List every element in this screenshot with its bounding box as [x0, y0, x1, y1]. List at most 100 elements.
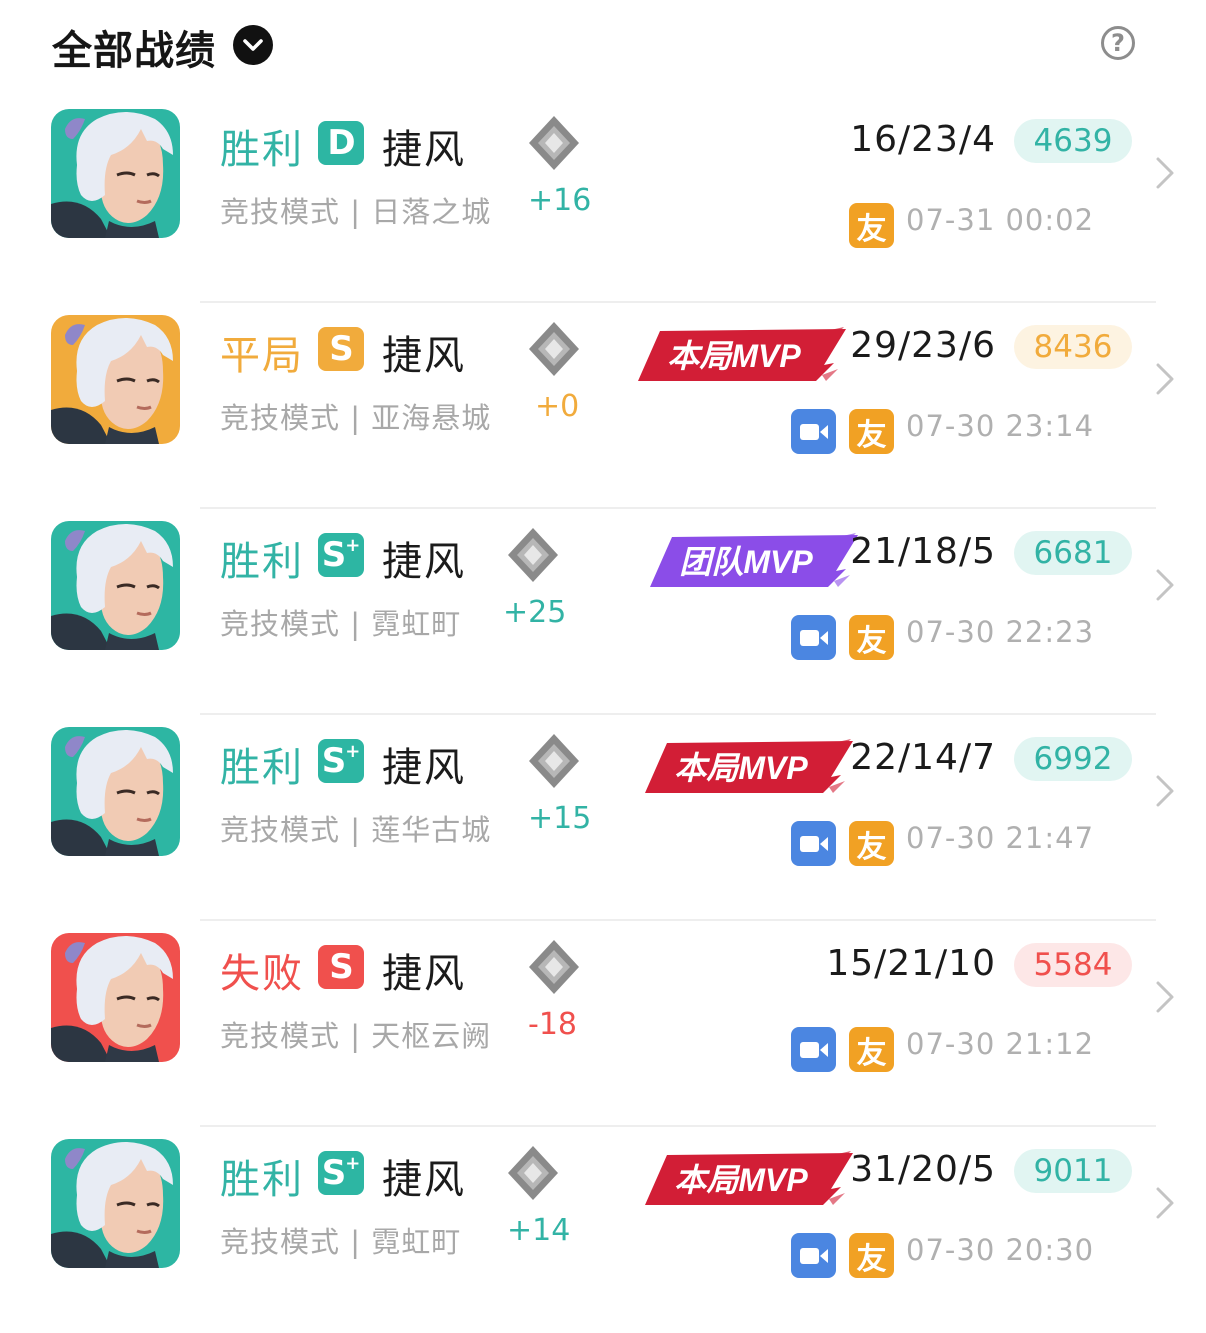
game-mode-map: 竞技模式 | 日落之城 — [220, 195, 492, 229]
game-mode-map: 竞技模式 | 霓虹町 — [220, 1225, 462, 1259]
hero-avatar — [51, 1139, 180, 1268]
rank-diamond-icon — [507, 527, 559, 583]
match-result: 胜利 — [220, 539, 304, 585]
grade-plus: + — [345, 740, 361, 762]
mvp-badge: 团队MVP — [650, 531, 860, 589]
kda-stat: 31/20/5 — [850, 1149, 996, 1190]
rank-diamond-icon — [528, 321, 580, 377]
friend-icon: 友 — [849, 615, 894, 660]
hero-name: 捷风 — [382, 1157, 466, 1203]
rank-change: +14 — [507, 1213, 571, 1248]
video-replay-icon[interactable] — [791, 615, 836, 660]
help-icon[interactable]: ? — [1101, 26, 1135, 60]
video-replay-icon[interactable] — [791, 1233, 836, 1278]
match-time: 07-30 20:30 — [906, 1233, 1095, 1267]
friend-icon: 友 — [849, 821, 894, 866]
hero-name: 捷风 — [382, 333, 466, 379]
grade-plus: + — [345, 1152, 361, 1174]
kda-stat: 15/21/10 — [826, 943, 996, 984]
grade-badge: S + — [318, 739, 364, 783]
score-badge: 9011 — [1014, 1149, 1132, 1193]
game-mode-map: 竞技模式 | 天枢云阙 — [220, 1019, 492, 1053]
match-time: 07-30 23:14 — [906, 409, 1095, 443]
page-header: 全部战绩 ? — [0, 0, 1206, 92]
grade-letter: S — [321, 741, 347, 781]
match-result: 胜利 — [220, 1157, 304, 1203]
hero-avatar — [51, 727, 180, 856]
rank-change: -18 — [528, 1007, 577, 1042]
rank-change: +15 — [528, 801, 592, 836]
grade-badge: S — [318, 945, 364, 989]
hero-name: 捷风 — [382, 745, 466, 791]
mvp-label: 本局MVP — [674, 750, 808, 786]
mvp-label: 本局MVP — [674, 1162, 808, 1198]
rank-diamond-icon — [528, 939, 580, 995]
grade-letter: S — [329, 947, 354, 987]
page-title[interactable]: 全部战绩 — [52, 18, 216, 76]
match-time: 07-30 22:23 — [906, 615, 1095, 649]
rank-diamond-icon — [528, 115, 580, 171]
match-row[interactable]: 平局 S 捷风 竞技模式 | 亚海悬城 +0 本局MVP 29/23/6 8436 友0… — [0, 303, 1206, 509]
game-mode-map: 竞技模式 | 莲华古城 — [220, 813, 492, 847]
chevron-right-icon[interactable] — [1153, 773, 1177, 809]
kda-stat: 22/14/7 — [850, 737, 996, 778]
grade-badge: S + — [318, 1151, 364, 1195]
grade-plus: + — [345, 534, 361, 556]
match-time: 07-30 21:47 — [906, 821, 1095, 855]
match-result: 失败 — [220, 951, 304, 997]
chevron-right-icon[interactable] — [1153, 567, 1177, 603]
hero-avatar — [51, 109, 180, 238]
match-row[interactable]: 胜利 S + 捷风竞技模式 | 霓虹町 +14 本局MVP 31/20/5 9011 友… — [0, 1127, 1206, 1333]
match-row[interactable]: 胜利 D 捷风竞技模式 | 日落之城 +16 16/23/4 4639 友 07-31 00… — [0, 97, 1206, 303]
chevron-right-icon[interactable] — [1153, 155, 1177, 191]
chevron-right-icon[interactable] — [1153, 361, 1177, 397]
match-time: 07-30 21:12 — [906, 1027, 1095, 1061]
chevron-down-icon[interactable] — [233, 25, 273, 65]
grade-letter: D — [327, 123, 356, 163]
grade-badge: D — [318, 121, 364, 165]
hero-avatar — [51, 521, 180, 650]
rank-change: +25 — [503, 595, 567, 630]
kda-stat: 29/23/6 — [850, 325, 996, 366]
video-replay-icon[interactable] — [791, 821, 836, 866]
friend-icon: 友 — [849, 1027, 894, 1072]
mvp-label: 团队MVP — [679, 544, 813, 580]
chevron-right-icon[interactable] — [1153, 979, 1177, 1015]
friend-icon: 友 — [849, 409, 894, 454]
match-row[interactable]: 失败 S 捷风竞技模式 | 天枢云阙 -18 15/21/10 5584 友 07-30 … — [0, 921, 1206, 1127]
match-row[interactable]: 胜利 S + 捷风 竞技模式 | 霓虹町 +25 团队MVP 21/18/5 6681 友… — [0, 509, 1206, 715]
hero-name: 捷风 — [382, 951, 466, 997]
chevron-right-icon[interactable] — [1153, 1185, 1177, 1221]
mvp-badge: 本局MVP — [638, 325, 848, 383]
hero-avatar — [51, 933, 180, 1062]
mvp-badge: 本局MVP — [645, 1149, 855, 1207]
score-badge: 5584 — [1014, 943, 1132, 987]
match-result: 胜利 — [220, 127, 304, 173]
grade-badge: S — [318, 327, 364, 371]
mvp-label: 本局MVP — [667, 338, 801, 374]
kda-stat: 16/23/4 — [850, 119, 996, 160]
kda-stat: 21/18/5 — [850, 531, 996, 572]
hero-name: 捷风 — [382, 539, 466, 585]
rank-diamond-icon — [507, 1145, 559, 1201]
game-mode-map: 竞技模式 | 亚海悬城 — [220, 401, 492, 435]
video-replay-icon[interactable] — [791, 409, 836, 454]
rank-change: +16 — [528, 183, 592, 218]
rank-change: +0 — [535, 389, 580, 424]
hero-avatar — [51, 315, 180, 444]
score-badge: 4639 — [1014, 119, 1132, 163]
hero-name: 捷风 — [382, 127, 466, 173]
video-replay-icon[interactable] — [791, 1027, 836, 1072]
match-result: 平局 — [220, 333, 304, 379]
rank-diamond-icon — [528, 733, 580, 789]
game-mode-map: 竞技模式 | 霓虹町 — [220, 607, 462, 641]
match-row[interactable]: 胜利 S + 捷风 竞技模式 | 莲华古城 +15 本局MVP 22/14/7 6992 … — [0, 715, 1206, 921]
grade-letter: S — [321, 535, 347, 575]
mvp-badge: 本局MVP — [645, 737, 855, 795]
friend-icon: 友 — [849, 203, 894, 248]
grade-badge: S + — [318, 533, 364, 577]
grade-letter: S — [329, 329, 354, 369]
friend-icon: 友 — [849, 1233, 894, 1278]
match-result: 胜利 — [220, 745, 304, 791]
match-time: 07-31 00:02 — [906, 203, 1095, 237]
